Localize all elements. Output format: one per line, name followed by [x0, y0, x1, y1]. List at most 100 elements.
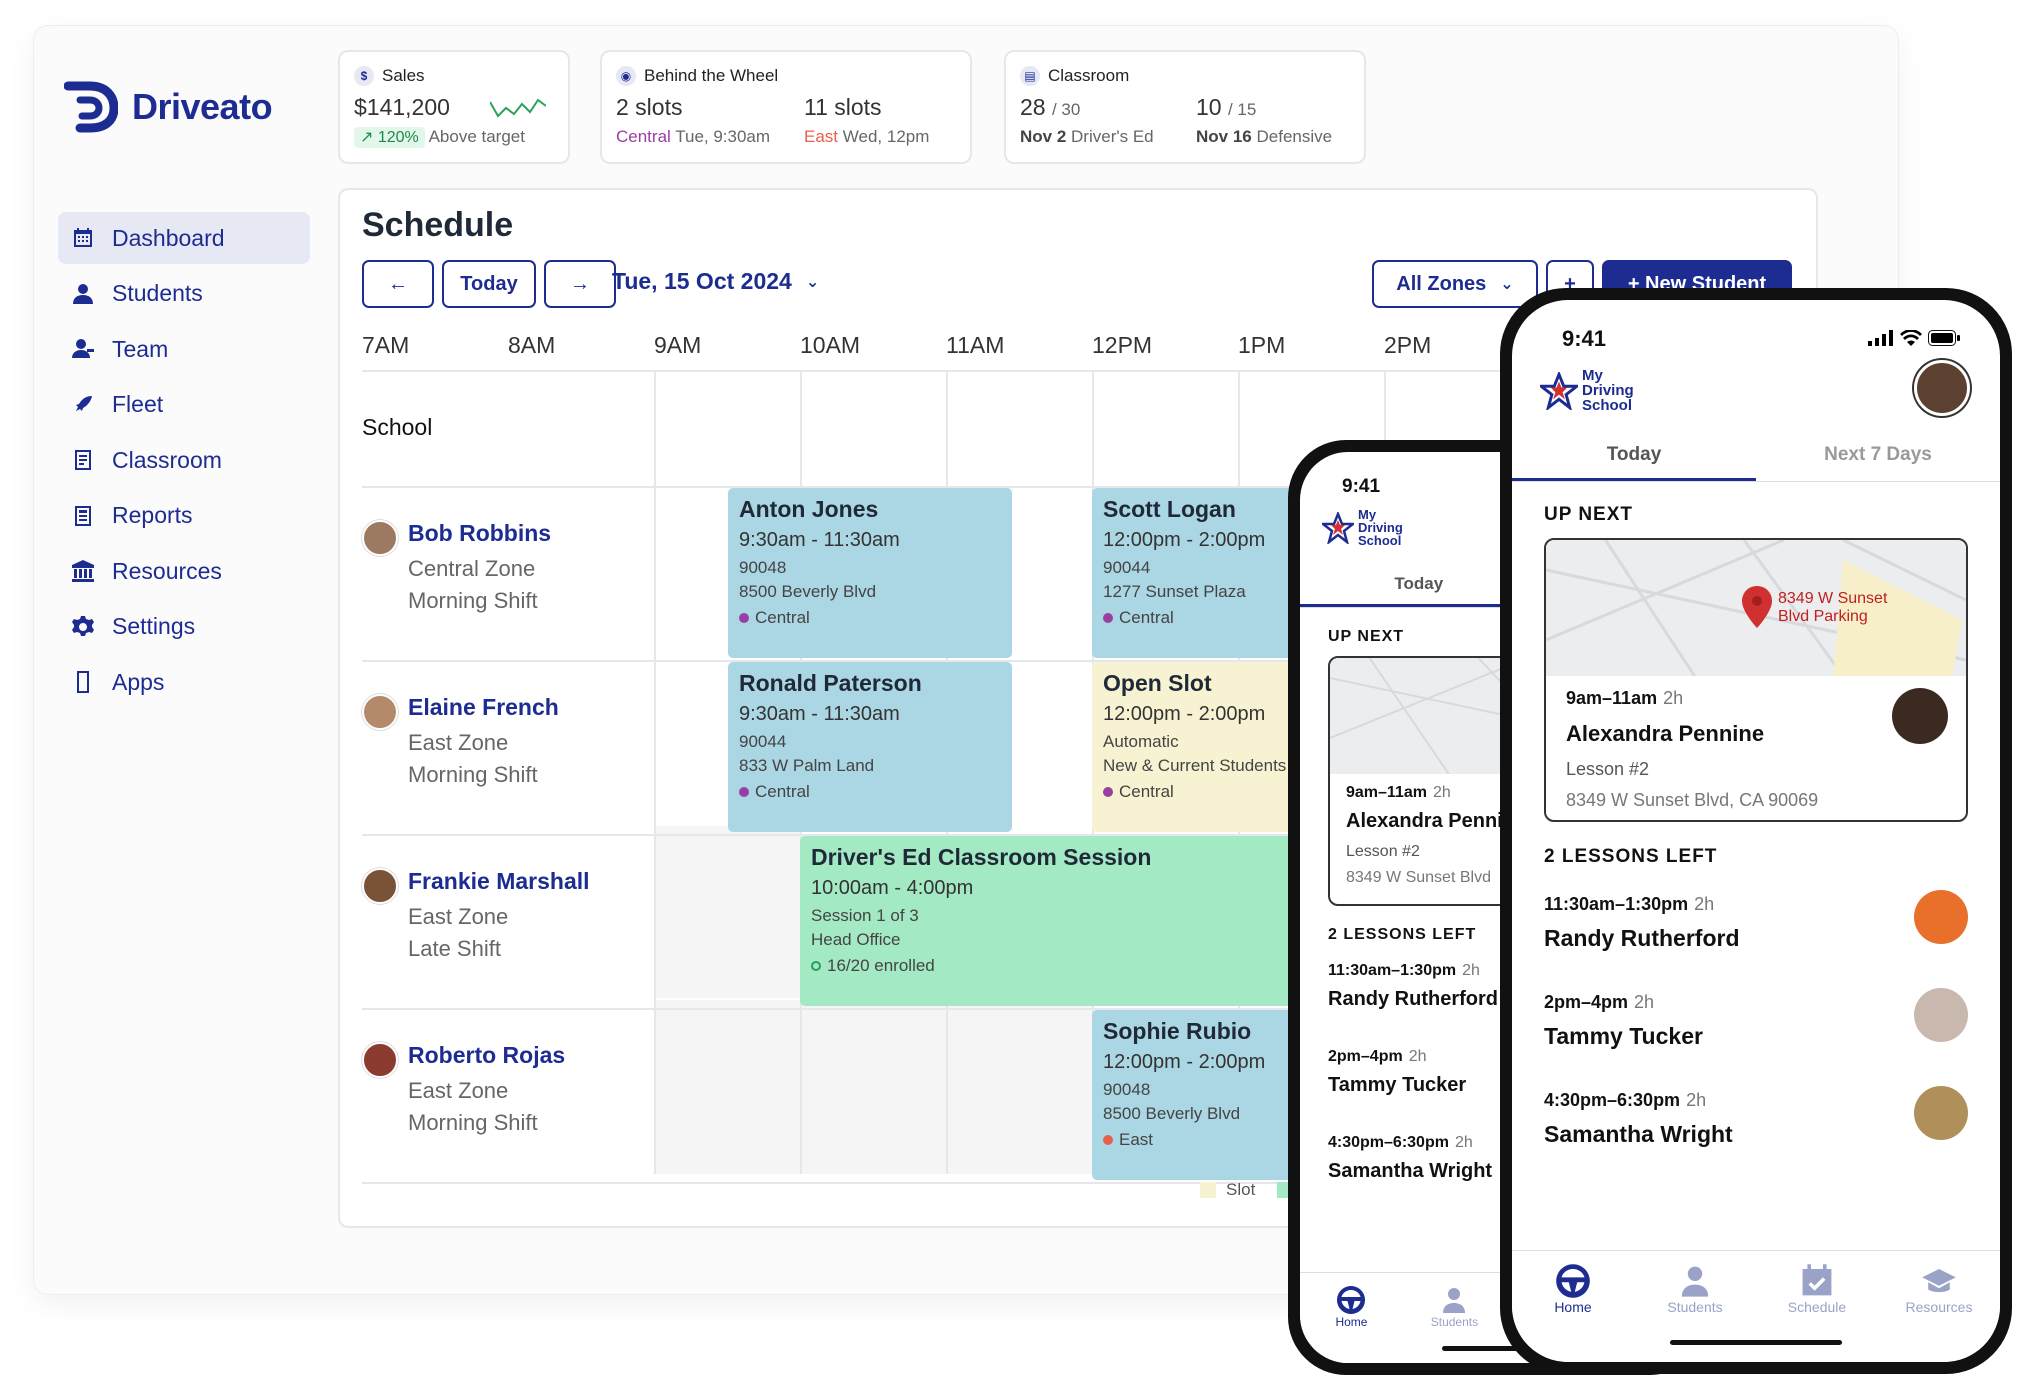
calendar-check-icon — [1802, 1264, 1832, 1296]
instructor[interactable]: Bob Robbins Central Zone Morning Shift — [362, 520, 551, 617]
battery-icon — [1928, 330, 1960, 346]
time-label: 9AM — [654, 332, 702, 358]
legend-swatch — [1200, 1182, 1216, 1198]
rocket-icon — [70, 392, 96, 418]
stage: Driveato Dashboard Students Team Fleet C… — [0, 0, 2038, 1398]
instructor-shift: Morning Shift — [408, 762, 538, 787]
sidebar-item-reports[interactable]: Reports — [58, 490, 310, 542]
wheel-title: Behind the Wheel — [644, 66, 779, 85]
time-label: 8AM — [508, 332, 556, 358]
instructor-zone: Central Zone — [408, 556, 536, 581]
zone-filter-dropdown[interactable]: All Zones ⌄ — [1372, 260, 1538, 308]
sidebar-item-team[interactable]: Team — [58, 323, 310, 375]
up-next-card[interactable]: 8349 W Sunset Blvd Parking 9am–11am 2h Ale… — [1544, 538, 1968, 822]
sidebar-item-label: Team — [112, 335, 169, 362]
event-location: Head Office — [811, 930, 901, 949]
sidebar-item-classroom[interactable]: Classroom — [58, 434, 310, 486]
today-button[interactable]: Today — [442, 260, 536, 308]
prev-day-button[interactable]: ← — [362, 260, 434, 308]
zone-dot — [1103, 787, 1113, 797]
event-zone: Central — [755, 608, 810, 627]
lesson-item[interactable]: 2pm–4pm 2h Tammy Tucker — [1544, 992, 1703, 1050]
lesson-duration: 2h — [1454, 1134, 1473, 1151]
time-label: 2PM — [1384, 332, 1432, 358]
lesson-item[interactable]: 2pm–4pm 2h Tammy Tucker — [1328, 1048, 1466, 1097]
sidebar-item-fleet[interactable]: Fleet — [58, 379, 310, 431]
tab-today[interactable]: Today — [1512, 432, 1756, 481]
report-icon — [70, 503, 96, 529]
instructor[interactable]: Roberto Rojas East Zone Morning Shift — [362, 1042, 565, 1139]
zone-dot — [1103, 1135, 1113, 1145]
instructor[interactable]: Elaine French East Zone Morning Shift — [362, 694, 559, 791]
lesson-time: 11:30am–1:30pm — [1328, 962, 1457, 979]
team-icon — [70, 336, 96, 362]
behind-the-wheel-card[interactable]: ◉ Behind the Wheel 2 slots Central Tue, 9… — [600, 50, 972, 164]
tab-schedule[interactable]: Schedule — [1756, 1263, 1878, 1362]
sidebar-item-settings[interactable]: Settings — [58, 601, 310, 653]
tab-students[interactable]: Students — [1403, 1285, 1506, 1363]
wheel-a-when: Tue, 9:30am — [675, 127, 771, 146]
school-logo: My Driving School — [1540, 368, 1634, 413]
lesson-item[interactable]: 11:30am–1:30pm 2h Randy Rutherford — [1544, 894, 1740, 952]
wifi-icon — [1900, 330, 1922, 346]
classroom-event[interactable]: Driver's Ed Classroom Session 10:00am - … — [800, 836, 1360, 1006]
notebook-icon: ▤ — [1020, 66, 1040, 86]
classroom-title: Classroom — [1048, 66, 1130, 85]
next-day-button[interactable]: → — [544, 260, 616, 308]
map-label: 8349 W Sunset Blvd Parking — [1778, 590, 1888, 625]
tab-resources[interactable]: Resources — [1878, 1263, 2000, 1362]
tab-label: Home — [1554, 1299, 1592, 1315]
tab-students[interactable]: Students — [1634, 1263, 1756, 1362]
sidebar-item-label: Fleet — [112, 391, 164, 417]
lesson-item[interactable]: 4:30pm–6:30pm 2h Samantha Wright — [1544, 1090, 1733, 1148]
lesson-item[interactable]: 4:30pm–6:30pm 2h Samantha Wright — [1328, 1134, 1492, 1183]
tab-next-7-days[interactable]: Next 7 Days — [1756, 432, 2000, 481]
app-logo[interactable]: Driveato — [63, 80, 273, 134]
user-avatar[interactable] — [1914, 360, 1970, 416]
instructor-name: Bob Robbins — [408, 520, 552, 546]
school-label: School — [362, 414, 433, 440]
phone-front: 9:41 My Driving School Today Next 7 Days U… — [1500, 288, 2012, 1374]
sales-card[interactable]: $ Sales $141,200 ↗ 120% Above target — [338, 50, 570, 164]
tab-label: Students — [1430, 1315, 1479, 1329]
sidebar-item-label: Resources — [112, 557, 222, 584]
sidebar-item-students[interactable]: Students — [58, 268, 310, 320]
lesson-time: 11:30am–1:30pm — [1544, 894, 1689, 914]
app-name: Driveato — [132, 86, 273, 127]
lesson-duration: 2h — [1694, 894, 1715, 914]
event-enrolled: 16/20 enrolled — [827, 956, 935, 975]
lesson-item[interactable]: 11:30am–1:30pm 2h Randy Rutherford — [1328, 962, 1498, 1011]
class-a-date: Nov 2 — [1020, 127, 1067, 146]
event-title: Driver's Ed Classroom Session — [811, 844, 1152, 870]
sidebar-item-resources[interactable]: Resources — [58, 545, 310, 597]
instructor[interactable]: Frankie Marshall East Zone Late Shift — [362, 868, 590, 965]
lessons-left-label: 2 LESSONS LEFT — [1544, 846, 1718, 867]
classroom-card[interactable]: ▤ Classroom 28 / 30 Nov 2 Driver's Ed 10 … — [1004, 50, 1366, 164]
wheel-a-zone: Central — [616, 127, 671, 146]
phone-tabbar: Home Students Schedule Resources — [1512, 1250, 2000, 1362]
event-zip: 90044 — [739, 732, 787, 751]
sidebar-item-apps[interactable]: Apps — [58, 656, 310, 708]
lesson-event[interactable]: Anton Jones 9:30am - 11:30am 90048 8500 … — [728, 488, 1012, 658]
class-a-course: Driver's Ed — [1071, 127, 1154, 146]
calendar-icon — [70, 225, 96, 251]
tab-home[interactable]: Home — [1300, 1285, 1403, 1363]
map[interactable]: 8349 W Sunset Blvd Parking — [1546, 540, 1966, 676]
lesson-student: Samantha Wright — [1328, 1160, 1493, 1182]
event-zone: East — [1119, 1130, 1154, 1149]
wheel-a-value: 2 slots — [616, 94, 683, 120]
lessons-left-label: 2 LESSONS LEFT — [1328, 926, 1477, 943]
wheel-b-zone: East — [804, 127, 839, 146]
up-next-label: UP NEXT — [1544, 504, 1634, 525]
date-selector[interactable]: Tue, 15 Oct 2024 ⌄ — [612, 268, 819, 295]
zone-dot — [739, 613, 749, 623]
instructor-zone: East Zone — [408, 904, 509, 929]
tab-home[interactable]: Home — [1512, 1263, 1634, 1362]
lesson-time: 9am–11am — [1346, 784, 1427, 801]
time-label: 1PM — [1238, 332, 1286, 358]
event-zone: Central — [755, 782, 810, 801]
lesson-event[interactable]: Ronald Paterson 9:30am - 11:30am 90044 8… — [728, 662, 1012, 832]
sidebar-item-dashboard[interactable]: Dashboard — [58, 212, 310, 264]
chevron-down-icon: ⌄ — [805, 273, 820, 291]
event-address: 833 W Palm Land — [739, 756, 875, 775]
